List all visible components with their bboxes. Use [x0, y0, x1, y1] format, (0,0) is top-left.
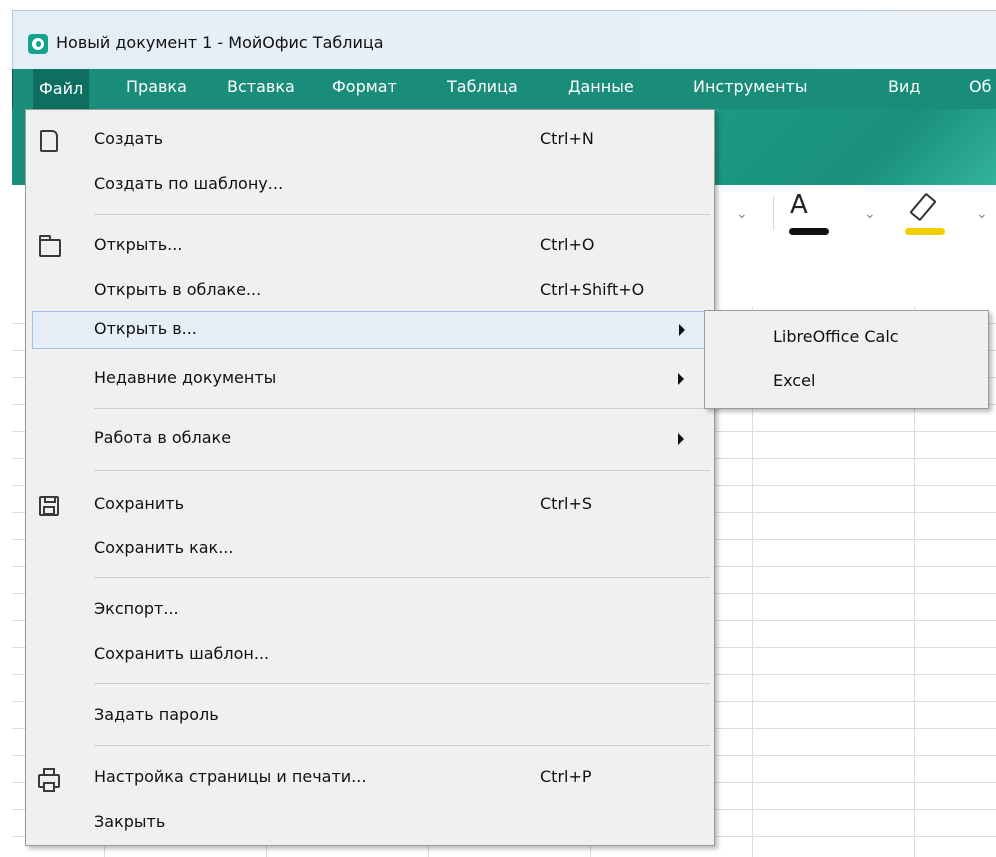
- menu-item-label: Сохранить шаблон...: [94, 644, 270, 663]
- menu-separator: [94, 577, 710, 578]
- menu-tools[interactable]: Инструменты: [693, 77, 808, 96]
- menu-item-label: Сохранить как...: [94, 538, 234, 557]
- save-icon: [39, 496, 59, 516]
- menu-item-label: Сохранить: [94, 494, 184, 513]
- menu-item-shortcut: Ctrl+N: [540, 129, 594, 148]
- toolbar-separator: [773, 196, 774, 230]
- submenu-arrow-icon: [678, 433, 684, 445]
- menu-separator: [94, 745, 710, 746]
- menu-item-open[interactable]: Открыть... Ctrl+O: [26, 228, 712, 264]
- myoffice-app-icon: [28, 34, 48, 54]
- menu-item-label: Открыть в облаке...: [94, 280, 262, 299]
- menu-table[interactable]: Таблица: [447, 77, 518, 96]
- ribbon-decoration: [700, 109, 996, 185]
- menu-item-save[interactable]: Сохранить Ctrl+S: [26, 487, 712, 523]
- submenu-arrow-icon: [678, 373, 684, 385]
- menu-item-shortcut: Ctrl+S: [540, 494, 593, 513]
- menu-separator: [94, 214, 710, 215]
- menu-item-create-from-template[interactable]: Создать по шаблону...: [26, 167, 712, 203]
- menu-separator: [94, 470, 710, 471]
- window-title: Новый документ 1 - МойОфис Таблица: [56, 33, 384, 52]
- menu-item-label: Настройка страницы и печати...: [94, 767, 367, 786]
- menu-item-label: Закрыть: [94, 812, 166, 831]
- menu-item-label: Создать: [94, 129, 164, 148]
- menu-item-recent-documents[interactable]: Недавние документы: [26, 361, 712, 397]
- menu-item-page-print-setup[interactable]: Настройка страницы и печати... Ctrl+P: [26, 760, 712, 796]
- menu-view[interactable]: Вид: [888, 77, 920, 96]
- new-file-icon: [40, 130, 58, 152]
- highlight-color-swatch: [905, 228, 945, 235]
- app-window: Новый документ 1 - МойОфис Таблица Файл …: [0, 0, 996, 857]
- menu-item-shortcut: Ctrl+Shift+O: [540, 280, 645, 299]
- menu-item-label: Задать пароль: [94, 705, 219, 724]
- menu-item-open-in-cloud[interactable]: Открыть в облаке... Ctrl+Shift+O: [26, 273, 712, 309]
- open-in-submenu: LibreOffice Calc Excel: [704, 310, 989, 409]
- menu-file[interactable]: Файл: [33, 69, 90, 109]
- font-size-dropdown-icon[interactable]: ⌄: [736, 206, 748, 222]
- menu-item-shortcut: Ctrl+P: [540, 767, 592, 786]
- menu-item-label: Открыть...: [94, 235, 183, 254]
- file-menu: Создать Ctrl+N Создать по шаблону... Отк…: [25, 109, 715, 846]
- menu-item-save-template[interactable]: Сохранить шаблон...: [26, 637, 712, 673]
- menu-item-close[interactable]: Закрыть: [26, 805, 712, 841]
- menu-bar: Файл Правка Вставка Формат Таблица Данны…: [12, 69, 996, 109]
- submenu-item-excel[interactable]: Excel: [705, 361, 988, 401]
- menu-format[interactable]: Формат: [332, 77, 397, 96]
- submenu-item-label: Excel: [773, 371, 816, 390]
- menu-separator: [94, 408, 710, 409]
- menu-item-label: Открыть в...: [94, 319, 197, 338]
- menu-about[interactable]: Об: [969, 77, 991, 96]
- font-color-dropdown-icon[interactable]: ⌄: [864, 206, 876, 222]
- menu-item-label: Экспорт...: [94, 599, 179, 618]
- menu-insert[interactable]: Вставка: [227, 77, 295, 96]
- menu-item-save-as[interactable]: Сохранить как...: [26, 531, 712, 567]
- menu-item-open-in[interactable]: Открыть в...: [32, 311, 708, 349]
- folder-open-icon: [39, 235, 61, 257]
- print-icon: [38, 768, 60, 792]
- menu-item-export[interactable]: Экспорт...: [26, 592, 712, 628]
- menu-item-label: Недавние документы: [94, 368, 277, 387]
- highlight-dropdown-icon[interactable]: ⌄: [976, 206, 988, 222]
- font-color-swatch: [789, 228, 829, 235]
- menu-item-label: Создать по шаблону...: [94, 174, 284, 193]
- submenu-item-label: LibreOffice Calc: [773, 327, 899, 346]
- menu-separator: [94, 683, 710, 684]
- menu-item-set-password[interactable]: Задать пароль: [26, 698, 712, 734]
- font-color-button[interactable]: A: [790, 190, 808, 220]
- menu-item-cloud-work[interactable]: Работа в облаке: [26, 421, 712, 457]
- menu-item-shortcut: Ctrl+O: [540, 235, 595, 254]
- submenu-arrow-icon: [679, 324, 685, 336]
- submenu-item-libreoffice-calc[interactable]: LibreOffice Calc: [705, 317, 988, 357]
- menu-edit[interactable]: Правка: [126, 77, 187, 96]
- menu-item-create[interactable]: Создать Ctrl+N: [26, 122, 712, 158]
- menu-data[interactable]: Данные: [568, 77, 634, 96]
- menu-item-label: Работа в облаке: [94, 428, 232, 447]
